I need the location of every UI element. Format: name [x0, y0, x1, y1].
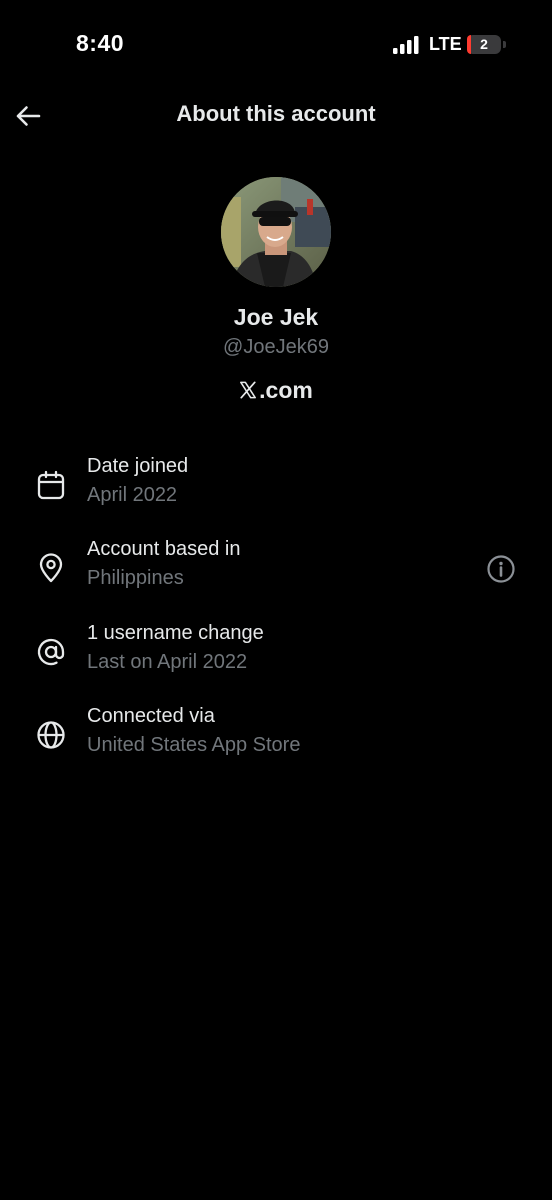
display-name: Joe Jek	[233, 304, 319, 330]
location-info-button[interactable]	[484, 552, 518, 586]
site-label: .com	[0, 377, 552, 404]
x-logo-icon	[240, 381, 257, 399]
site-domain: .com	[259, 377, 313, 403]
at-sign-icon	[37, 638, 65, 666]
status-time: 8:40	[76, 30, 125, 56]
calendar-icon	[37, 470, 65, 500]
info-row-account-based-in: Account based in Philippines	[0, 538, 552, 608]
info-row-date-joined: Date joined April 2022	[0, 455, 552, 525]
username-change-value: Last on April 2022	[87, 651, 248, 673]
location-pin-icon	[39, 553, 63, 583]
page-title: About this account	[176, 101, 376, 126]
battery-percentage: 2	[480, 36, 488, 52]
avatar[interactable]	[221, 177, 331, 287]
globe-icon	[37, 721, 65, 749]
info-circle-icon	[487, 555, 515, 583]
cellular-signal-icon	[393, 36, 419, 54]
profile-photo	[221, 177, 331, 287]
account-based-in-title: Account based in	[87, 538, 241, 560]
user-handle: @JoeJek69	[223, 336, 329, 358]
username-change-title: 1 username change	[87, 622, 264, 644]
status-bar: 8:40 LTE 2	[0, 0, 552, 90]
battery-tip	[503, 41, 506, 48]
account-based-in-value: Philippines	[87, 567, 184, 589]
connected-via-value: United States App Store	[87, 734, 301, 756]
info-row-username-change: 1 username change Last on April 2022	[0, 622, 552, 692]
battery-icon: 2	[467, 35, 501, 54]
info-row-connected-via: Connected via United States App Store	[0, 705, 552, 775]
network-type: LTE	[429, 34, 462, 54]
date-joined-title: Date joined	[87, 455, 189, 477]
connected-via-title: Connected via	[87, 705, 215, 727]
date-joined-value: April 2022	[87, 484, 178, 506]
